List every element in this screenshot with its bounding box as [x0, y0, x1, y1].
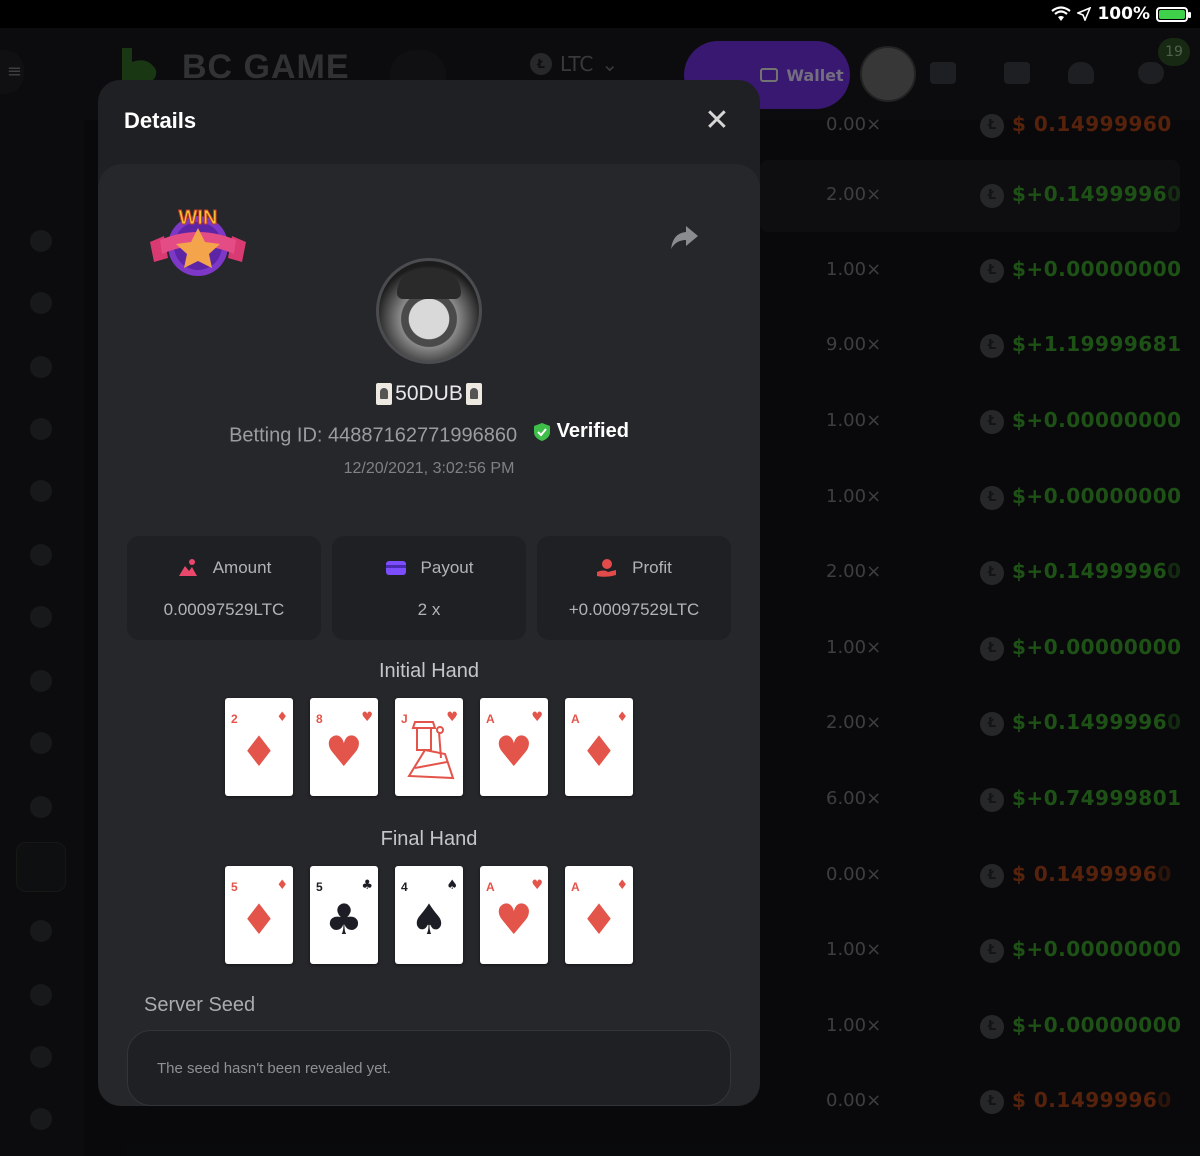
initial-hand-title: Initial Hand [378, 660, 480, 682]
payout-card-icon [385, 561, 406, 575]
bet-details-card: WIN 50DUB Betting ID: 44887162771996860 … [98, 164, 760, 1106]
modal-title: Details [124, 108, 197, 133]
win-badge-text: WIN [179, 207, 218, 229]
playing-card: 5 ♦ ♦ [225, 866, 293, 964]
card-rank: A [571, 880, 580, 894]
card-rank: A [486, 880, 495, 894]
final-hand-title: Final Hand [380, 828, 478, 850]
stat-amount: Amount 0.00097529LTC [127, 536, 321, 640]
player-avatar [376, 258, 482, 364]
card-suit-small: ♥ [361, 710, 373, 725]
stat-profit: Profit +0.00097529LTC [537, 536, 731, 640]
card-rank: A [571, 712, 580, 726]
location-arrow-icon [1077, 7, 1092, 21]
playing-card: A ♦ ♦ [565, 698, 633, 796]
stat-profit-label: Profit [632, 558, 672, 577]
share-icon[interactable] [668, 220, 702, 254]
stat-amount-value: 0.00097529LTC [163, 600, 285, 619]
playing-card: 8 ♥ ♥ [310, 698, 378, 796]
player-name-text: 50DUB [395, 382, 463, 405]
close-icon[interactable]: ✕ [702, 106, 732, 136]
stat-profit-value: +0.00097529LTC [568, 600, 700, 619]
card-suit-large: ♦ [240, 727, 278, 776]
battery-percentage: 100% [1097, 4, 1150, 24]
playing-card-emoji-icon [465, 383, 482, 406]
card-suit-small: ♦ [276, 710, 288, 725]
playing-card: A ♦ ♦ [565, 866, 633, 964]
battery-icon [1156, 6, 1191, 22]
card-rank: 5 [316, 880, 323, 894]
server-seed-text: The seed hasn't been revealed yet. [157, 1060, 391, 1077]
stat-payout: Payout 2 x [332, 536, 526, 640]
initial-hand: 2 ♦ ♦ 8 ♥ ♥ J ♥ A ♥ ♥ A ♦ ♦ [225, 698, 633, 796]
server-seed-label: Server Seed [144, 994, 256, 1016]
playing-card: 4 ♠ ♠ [395, 866, 463, 964]
server-seed-box: The seed hasn't been revealed yet. [127, 1030, 731, 1106]
card-suit-small: ♦ [616, 878, 628, 893]
betting-id-line: Betting ID: 44887162771996860 Verified [98, 420, 760, 448]
bet-timestamp: 12/20/2021, 3:02:56 PM [343, 460, 515, 477]
card-rank: 4 [401, 880, 408, 894]
stat-amount-label: Amount [212, 558, 272, 577]
stat-payout-label: Payout [420, 558, 474, 577]
wifi-icon [1051, 6, 1072, 21]
jack-face-icon [407, 721, 455, 780]
details-modal: Details ✕ WIN 50DUB Betting ID: 44887162… [98, 80, 760, 1106]
verified-shield-icon [533, 422, 550, 441]
playing-card-emoji-icon [376, 383, 393, 406]
card-suit-small: ♦ [276, 878, 288, 893]
card-suit-large: ♥ [325, 727, 363, 776]
playing-card: 2 ♦ ♦ [225, 698, 293, 796]
card-suit-large: ♥ [495, 727, 533, 776]
card-suit-small: ♦ [616, 710, 628, 725]
card-suit-large: ♣ [325, 895, 363, 944]
card-suit-large: ♠ [410, 895, 448, 944]
card-suit-large: ♦ [240, 895, 278, 944]
betting-id-end: 60 [494, 424, 518, 447]
playing-card: J ♥ [395, 698, 463, 796]
card-suit-small: ♥ [531, 710, 543, 725]
status-indicators: 100% [1051, 4, 1191, 24]
betting-id-label: Betting ID: 448871627719968 [229, 424, 495, 447]
card-rank: 5 [231, 880, 238, 894]
status-bar: 100% [0, 0, 1200, 28]
verified-status: Verified [533, 420, 629, 443]
card-suit-small: ♥ [531, 878, 543, 893]
playing-card: A ♥ ♥ [480, 866, 548, 964]
final-hand: 5 ♦ ♦ 5 ♣ ♣ 4 ♠ ♠ A ♥ ♥ A ♦ ♦ [225, 866, 633, 964]
card-suit-small: ♣ [361, 878, 373, 893]
card-rank: 8 [316, 712, 323, 726]
profit-hand-icon [597, 559, 617, 577]
card-suit-large: ♦ [580, 895, 618, 944]
card-suit-small: ♠ [446, 878, 458, 893]
player-name: 50DUB [98, 382, 760, 406]
verified-label: Verified [556, 420, 629, 442]
card-rank: 2 [231, 712, 238, 726]
playing-card: A ♥ ♥ [480, 698, 548, 796]
card-suit-large: ♦ [580, 727, 618, 776]
win-badge-icon: WIN [150, 207, 246, 276]
card-rank: A [486, 712, 495, 726]
playing-card: 5 ♣ ♣ [310, 866, 378, 964]
bet-amount-icon [178, 559, 197, 576]
stat-payout-value: 2 x [417, 600, 441, 619]
card-suit-large: ♥ [495, 895, 533, 944]
